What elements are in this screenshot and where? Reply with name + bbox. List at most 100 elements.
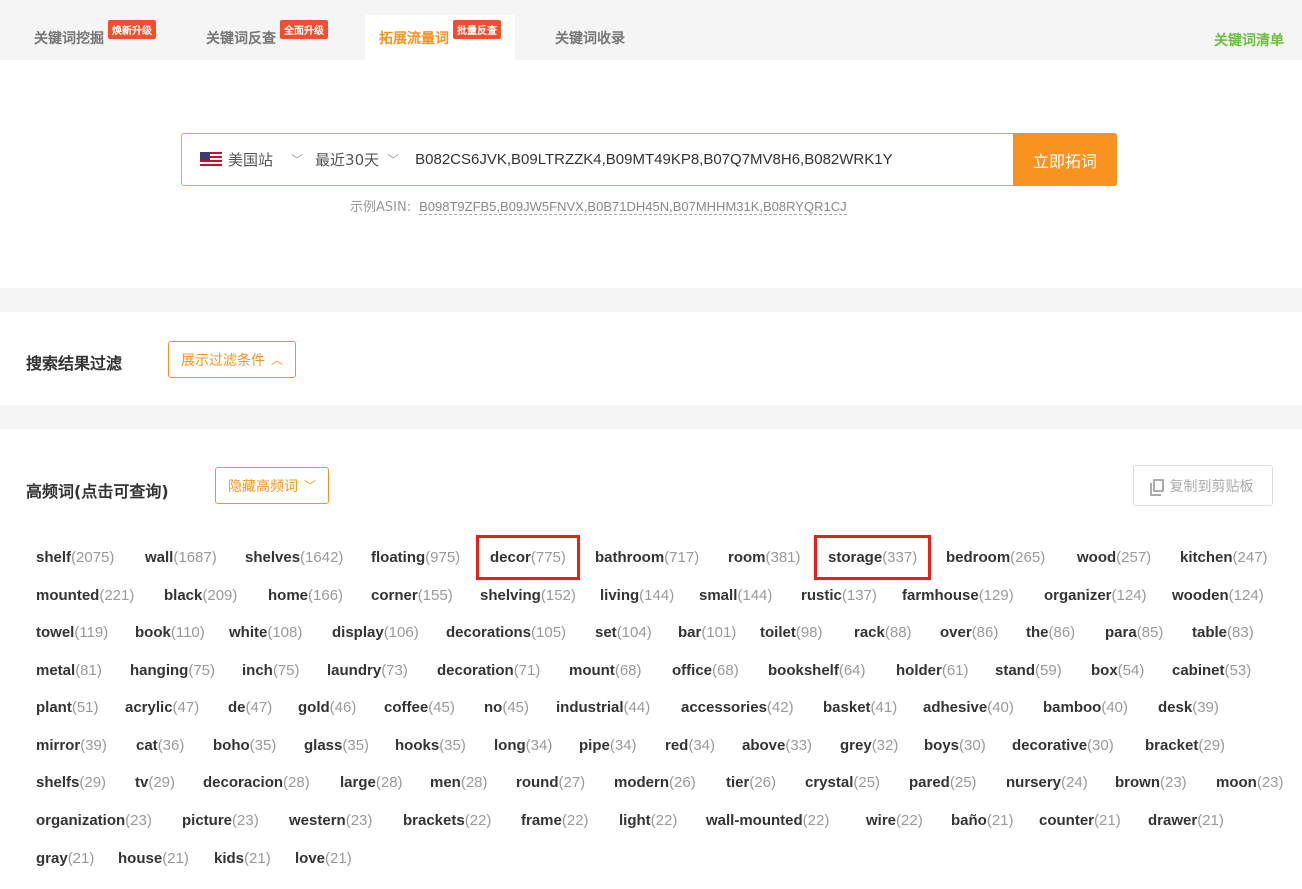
keyword-chip[interactable]: grey(32)	[840, 737, 898, 754]
keyword-chip[interactable]: adhesive(40)	[923, 699, 1014, 716]
keyword-chip[interactable]: mounted(221)	[36, 587, 134, 604]
show-filter-button[interactable]: 展示过滤条件 ︿	[168, 341, 297, 378]
keyword-chip[interactable]: rack(88)	[854, 624, 912, 641]
keyword-chip[interactable]: moon(23)	[1216, 774, 1284, 791]
keyword-chip[interactable]: holder(61)	[896, 662, 969, 679]
keyword-chip[interactable]: organization(23)	[36, 812, 152, 829]
keyword-chip[interactable]: book(110)	[135, 624, 205, 641]
keyword-chip[interactable]: gold(46)	[298, 699, 356, 716]
keyword-chip[interactable]: room(381)	[728, 549, 801, 566]
keyword-chip[interactable]: de(47)	[228, 699, 272, 716]
keyword-chip[interactable]: decoration(71)	[437, 662, 540, 679]
keyword-chip[interactable]: table(83)	[1192, 624, 1254, 641]
expand-keywords-button[interactable]: 立即拓词	[1013, 133, 1117, 186]
keyword-chip[interactable]: shelf(2075)	[36, 549, 114, 566]
keyword-chip[interactable]: decorative(30)	[1012, 737, 1114, 754]
keyword-chip[interactable]: bathroom(717)	[595, 549, 699, 566]
tab-keyword-reverse[interactable]: 关键词反查 全面升级	[192, 15, 342, 60]
keyword-chip[interactable]: shelving(152)	[480, 587, 576, 604]
keyword-chip[interactable]: kids(21)	[214, 850, 271, 867]
keyword-chip[interactable]: cat(36)	[136, 737, 184, 754]
site-select[interactable]: 美国站	[228, 149, 273, 170]
keyword-chip[interactable]: laundry(73)	[327, 662, 408, 679]
keyword-chip[interactable]: para(85)	[1105, 624, 1163, 641]
keyword-chip[interactable]: mirror(39)	[36, 737, 107, 754]
keyword-chip[interactable]: boho(35)	[213, 737, 276, 754]
chevron-down-icon[interactable]: ﹀	[291, 151, 303, 168]
keyword-chip[interactable]: picture(23)	[182, 812, 259, 829]
keyword-chip[interactable]: floating(975)	[371, 549, 460, 566]
keyword-chip[interactable]: desk(39)	[1158, 699, 1219, 716]
keyword-chip[interactable]: hooks(35)	[395, 737, 466, 754]
keyword-chip[interactable]: corner(155)	[371, 587, 453, 604]
keyword-chip[interactable]: small(144)	[699, 587, 772, 604]
keyword-chip[interactable]: round(27)	[516, 774, 585, 791]
keyword-chip[interactable]: drawer(21)	[1148, 812, 1224, 829]
keyword-chip[interactable]: love(21)	[295, 850, 352, 867]
keyword-chip[interactable]: black(209)	[164, 587, 237, 604]
copy-to-clipboard-button[interactable]: 复制到剪贴板	[1133, 465, 1273, 506]
keyword-chip[interactable]: hanging(75)	[130, 662, 215, 679]
keyword-chip[interactable]: decor(775)	[490, 549, 566, 566]
keyword-chip[interactable]: storage(337)	[828, 549, 917, 566]
keyword-chip[interactable]: gray(21)	[36, 850, 94, 867]
keyword-chip[interactable]: office(68)	[672, 662, 739, 679]
keyword-chip[interactable]: counter(21)	[1039, 812, 1121, 829]
keyword-chip[interactable]: coffee(45)	[384, 699, 455, 716]
keyword-chip[interactable]: wire(22)	[866, 812, 923, 829]
keyword-chip[interactable]: set(104)	[595, 624, 652, 641]
keyword-chip[interactable]: the(86)	[1026, 624, 1075, 641]
keyword-chip[interactable]: white(108)	[229, 624, 302, 641]
keyword-chip[interactable]: accessories(42)	[681, 699, 794, 716]
keyword-chip[interactable]: glass(35)	[304, 737, 369, 754]
keyword-chip[interactable]: toilet(98)	[760, 624, 823, 641]
date-range-select[interactable]: 最近30天	[315, 149, 379, 170]
keyword-chip[interactable]: mount(68)	[569, 662, 642, 679]
keyword-chip[interactable]: pared(25)	[909, 774, 977, 791]
keyword-chip[interactable]: modern(26)	[614, 774, 696, 791]
keyword-chip[interactable]: basket(41)	[823, 699, 897, 716]
keyword-chip[interactable]: long(34)	[494, 737, 552, 754]
keyword-chip[interactable]: box(54)	[1091, 662, 1144, 679]
keyword-chip[interactable]: stand(59)	[995, 662, 1062, 679]
tab-expand-traffic-words[interactable]: 拓展流量词 批量反查	[365, 15, 515, 60]
keyword-chip[interactable]: over(86)	[940, 624, 998, 641]
keyword-chip[interactable]: bar(101)	[678, 624, 736, 641]
keyword-chip[interactable]: wall(1687)	[145, 549, 217, 566]
tab-keyword-mining[interactable]: 关键词挖掘 焕新升级	[20, 15, 170, 60]
keyword-chip[interactable]: metal(81)	[36, 662, 102, 679]
keyword-chip[interactable]: industrial(44)	[556, 699, 650, 716]
keyword-chip[interactable]: red(34)	[665, 737, 715, 754]
keyword-chip[interactable]: brown(23)	[1115, 774, 1187, 791]
keyword-chip[interactable]: shelfs(29)	[36, 774, 106, 791]
keyword-chip[interactable]: boys(30)	[924, 737, 986, 754]
keyword-chip[interactable]: decoracion(28)	[203, 774, 310, 791]
keyword-chip[interactable]: men(28)	[430, 774, 488, 791]
keyword-chip[interactable]: bookshelf(64)	[768, 662, 866, 679]
keyword-chip[interactable]: light(22)	[619, 812, 677, 829]
keyword-list-link[interactable]: 关键词清单	[1214, 30, 1284, 50]
keyword-chip[interactable]: wood(257)	[1077, 549, 1151, 566]
keyword-chip[interactable]: nursery(24)	[1006, 774, 1088, 791]
keyword-chip[interactable]: decorations(105)	[446, 624, 566, 641]
keyword-chip[interactable]: brackets(22)	[403, 812, 491, 829]
keyword-chip[interactable]: cabinet(53)	[1172, 662, 1251, 679]
keyword-chip[interactable]: bamboo(40)	[1043, 699, 1128, 716]
asin-input[interactable]	[415, 151, 1013, 168]
keyword-chip[interactable]: large(28)	[340, 774, 403, 791]
keyword-chip[interactable]: baño(21)	[951, 812, 1014, 829]
keyword-chip[interactable]: frame(22)	[521, 812, 589, 829]
keyword-chip[interactable]: living(144)	[600, 587, 674, 604]
keyword-chip[interactable]: home(166)	[268, 587, 343, 604]
keyword-chip[interactable]: tv(29)	[135, 774, 175, 791]
keyword-chip[interactable]: organizer(124)	[1044, 587, 1147, 604]
keyword-chip[interactable]: farmhouse(129)	[902, 587, 1014, 604]
keyword-chip[interactable]: towel(119)	[36, 624, 108, 641]
keyword-chip[interactable]: above(33)	[742, 737, 812, 754]
keyword-chip[interactable]: kitchen(247)	[1180, 549, 1268, 566]
keyword-chip[interactable]: western(23)	[289, 812, 372, 829]
tab-keyword-indexing[interactable]: 关键词收录	[541, 15, 639, 60]
keyword-chip[interactable]: pipe(34)	[579, 737, 637, 754]
keyword-chip[interactable]: bedroom(265)	[946, 549, 1045, 566]
example-asin-list[interactable]: B098T9ZFB5,B09JW5FNVX,B0B71DH45N,B07MHHM…	[419, 199, 847, 215]
